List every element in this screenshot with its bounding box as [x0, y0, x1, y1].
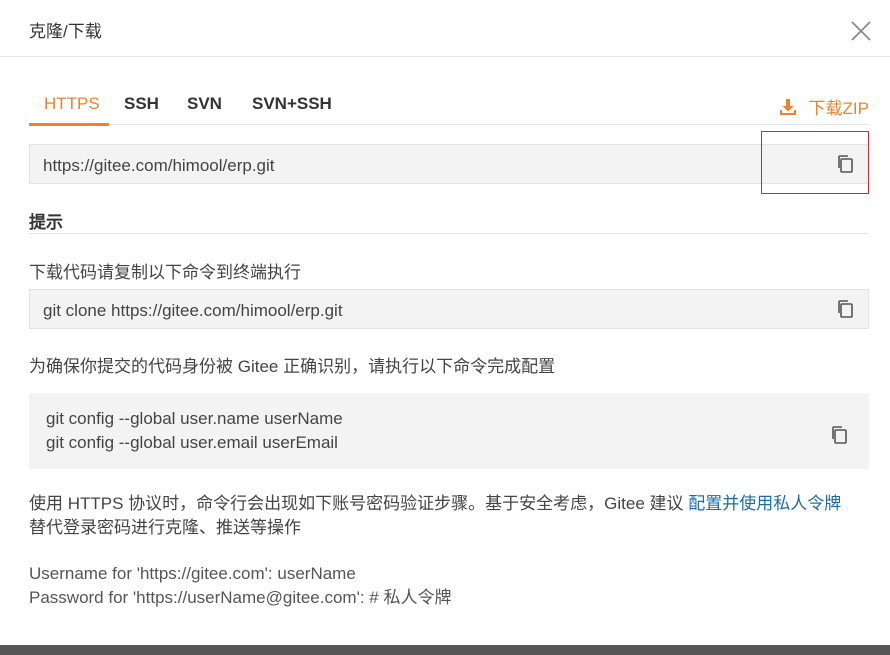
dialog-header: 克隆/下载 [0, 0, 890, 57]
download-hint: 下载代码请复制以下命令到终端执行 [29, 263, 301, 282]
credentials-example: Username for 'https://gitee.com': userNa… [29, 562, 451, 610]
tab-svn-ssh[interactable]: SVN+SSH [252, 94, 332, 114]
password-prompt: Password for 'https://userName@gitee.com… [29, 588, 452, 607]
close-icon[interactable] [850, 20, 872, 42]
https-notice-text: 使用 HTTPS 协议时，命令行会出现如下账号密码验证步骤。基于安全考虑，Git… [29, 494, 689, 513]
protocol-tabs: HTTPS SSH SVN SVN+SSH 下载ZIP [29, 84, 869, 126]
active-tab-indicator [29, 123, 109, 126]
tab-https[interactable]: HTTPS [44, 94, 100, 114]
https-notice: 使用 HTTPS 协议时，命令行会出现如下账号密码验证步骤。基于安全考虑，Git… [29, 492, 869, 540]
dialog-title: 克隆/下载 [29, 22, 102, 41]
config-line-email: git config --global user.email userEmail [46, 433, 338, 452]
username-prompt: Username for 'https://gitee.com': userNa… [29, 564, 356, 583]
clone-download-dialog: 克隆/下载 HTTPS SSH SVN SVN+SSH 下载ZIP https:… [0, 0, 890, 645]
clone-command-text: git clone https://gitee.com/himool/erp.g… [43, 301, 343, 320]
https-notice-line2: 替代登录密码进行克隆、推送等操作 [29, 518, 301, 537]
tab-ssh[interactable]: SSH [124, 94, 159, 114]
personal-token-link[interactable]: 配置并使用私人令牌 [688, 494, 841, 513]
background-overlay-strip [0, 645, 890, 655]
download-icon [779, 98, 796, 115]
clone-url-text: https://gitee.com/himool/erp.git [43, 156, 275, 175]
tips-title: 提示 [29, 213, 63, 232]
copy-highlight-box [761, 131, 869, 194]
config-command-field[interactable]: git config --global user.name userName g… [29, 393, 869, 469]
tab-svn[interactable]: SVN [187, 94, 222, 114]
config-hint: 为确保你提交的代码身份被 Gitee 正确识别，请执行以下命令完成配置 [29, 357, 556, 376]
copy-clone-command-icon[interactable] [836, 299, 854, 319]
clone-url-field[interactable]: https://gitee.com/himool/erp.git [29, 144, 869, 184]
clone-command-field[interactable]: git clone https://gitee.com/himool/erp.g… [29, 289, 869, 329]
copy-config-icon[interactable] [830, 425, 848, 445]
tips-divider [29, 233, 869, 234]
download-zip-label: 下载ZIP [808, 99, 869, 118]
download-zip-button[interactable]: 下载ZIP [779, 94, 869, 119]
config-line-name: git config --global user.name userName [46, 409, 343, 428]
